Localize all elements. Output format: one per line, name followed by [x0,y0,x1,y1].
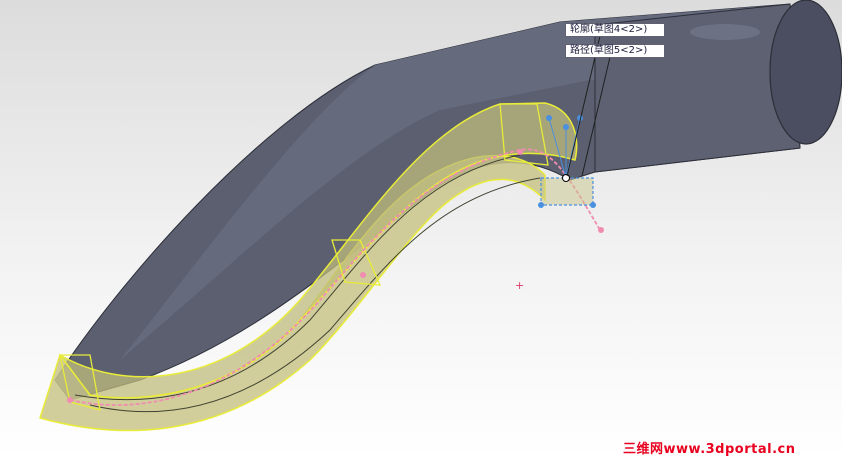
watermark: 三维网www.3dportal.cn [623,442,796,457]
path-end-point[interactable] [598,227,604,233]
profile-corner-1[interactable] [538,202,544,208]
cylinder-end-cap[interactable] [769,0,842,145]
origin-marker: + [515,279,525,292]
graphics-viewport[interactable]: 轮廓(草图4<2>) 路径(草图5<2>) + 三维网www.3dportal.… [0,0,842,459]
callout-path-label[interactable]: 路径(草图5<2>) [565,44,665,58]
path-start-point[interactable] [67,397,73,403]
path-mid-point[interactable] [360,272,366,278]
profile-handle-2[interactable] [563,124,569,130]
cylinder-end-highlight [690,24,760,40]
profile-sketch-outline[interactable] [540,177,594,206]
callout-profile-label[interactable]: 轮廓(草图4<2>) [565,23,665,37]
profile-corner-2[interactable] [590,202,596,208]
profile-handle-1[interactable] [546,115,552,121]
profile-origin-point[interactable] [562,174,570,182]
model-view[interactable] [0,0,842,459]
path-top-point[interactable] [517,149,523,155]
